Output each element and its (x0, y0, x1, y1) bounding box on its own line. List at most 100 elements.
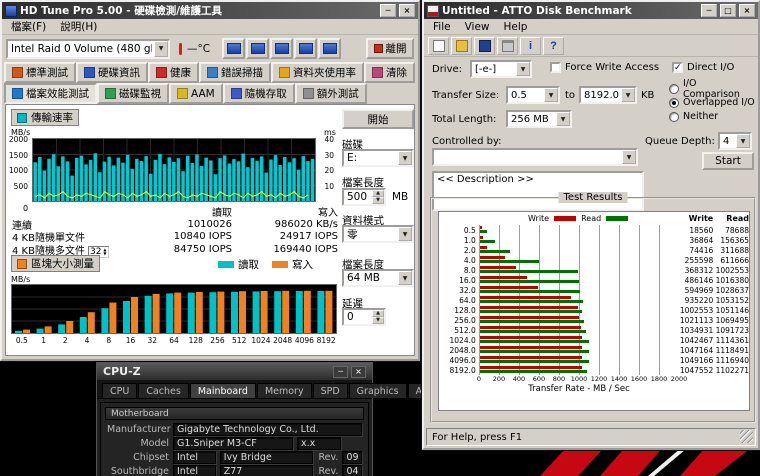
read-value: 1053152 (713, 296, 749, 305)
size-label: 8192.0 (439, 366, 479, 375)
help-button[interactable]: ? (543, 37, 564, 55)
menu-item[interactable]: 檔案(F) (4, 19, 53, 34)
print-screenshot-button[interactable] (270, 38, 293, 59)
close-button[interactable]: × (739, 4, 755, 17)
x-axis-ticks: 0200400600800100012001400160018002000 (439, 375, 749, 384)
minimize-button[interactable]: ─ (333, 366, 348, 378)
read-bar (480, 260, 540, 263)
cpuz-tab-mainboard[interactable]: Mainboard (190, 383, 256, 398)
chevron-down-icon: ▼ (556, 112, 570, 126)
open-button[interactable] (451, 37, 472, 55)
cpuz-field-row: ModelG1.Sniper M3-CFx.x (101, 436, 368, 450)
drive-select[interactable]: [-e-] ▼ (470, 60, 532, 78)
results-legend-row: Write Read Write Read (439, 212, 749, 225)
data-mode-select[interactable]: 零 ▼ (342, 225, 414, 243)
cpuz-tab-memory[interactable]: Memory (257, 383, 312, 398)
cpuz-tab-caches[interactable]: Caches (138, 383, 189, 398)
resize-grip[interactable] (740, 430, 753, 443)
hdtune-tab[interactable]: 磁碟監視 (97, 83, 169, 104)
cpuz-titlebar[interactable]: CPU-Z ─ × (97, 363, 372, 380)
block-file-length-select[interactable]: 64 MB ▼ (342, 269, 414, 287)
transfer-bar (94, 153, 98, 201)
drive-select[interactable]: Intel Raid 0 Volume (480 gB) ▼ (6, 39, 170, 59)
read-value: 84750 IOPS (140, 244, 232, 255)
about-button[interactable]: i (520, 37, 541, 55)
transfer-size-from-select[interactable]: 0.5 ▼ (506, 86, 560, 104)
rev-label: Rev. (319, 466, 339, 476)
queue-depth-select[interactable]: 4 ▼ (718, 132, 752, 150)
menu-item[interactable]: File (426, 21, 458, 33)
total-length-select[interactable]: 256 MB ▼ (506, 110, 572, 128)
radio-option[interactable]: Overlapped I/O (669, 96, 756, 109)
chevron-down-icon: ▼ (622, 150, 636, 164)
menu-item[interactable]: Help (497, 21, 535, 33)
radio-option[interactable]: I/O Comparison (669, 82, 756, 95)
transfer-size-to-select[interactable]: 8192.0 ▼ (579, 86, 637, 104)
transfer-bar (177, 158, 181, 201)
hdtune-tab[interactable]: 標準測試 (4, 62, 76, 83)
menu-item[interactable]: View (458, 21, 497, 33)
tab-label: 健康 (170, 65, 191, 80)
direct-io-checkbox[interactable]: ✓ Direct I/O (672, 62, 734, 73)
hdtune-tab[interactable]: 清除 (364, 62, 415, 83)
minimize-button[interactable]: ─ (380, 4, 396, 17)
controlled-by-select[interactable]: ▼ (432, 148, 638, 166)
print-button[interactable] (497, 37, 518, 55)
close-button[interactable]: × (351, 366, 366, 378)
block-size-toggle[interactable]: 區塊大小測量 (11, 255, 100, 272)
read-bar (480, 240, 495, 243)
read-bar (37, 329, 44, 333)
exit-button[interactable]: 離開 (366, 38, 414, 59)
transfer-bar (158, 154, 162, 201)
latency-spinner[interactable]: 0 ▲▼ (342, 308, 386, 326)
atto-result-row: 4.0255598611666 (439, 255, 749, 265)
chart-legend: Write Read (479, 214, 678, 223)
hdtune-tab[interactable]: AAM (169, 83, 223, 104)
minimize-button[interactable]: ─ (701, 4, 717, 17)
cpuz-tab-graphics[interactable]: Graphics (349, 383, 407, 398)
transfer-rate-toggle[interactable]: 傳輸速率 (11, 109, 79, 126)
maximize-button[interactable]: □ (720, 4, 736, 17)
hdtune-tab[interactable]: 隨機存取 (223, 83, 295, 104)
save-screenshot-button[interactable] (246, 38, 269, 59)
force-write-access-checkbox[interactable]: Force Write Access (550, 62, 659, 73)
plot-cell (479, 345, 678, 355)
hdtune-tab[interactable]: 硬碟資訊 (76, 62, 148, 83)
hdtune-tab[interactable]: 資料夾使用率 (271, 62, 364, 83)
start-button[interactable]: 開始 (342, 109, 414, 129)
close-button[interactable]: × (399, 4, 415, 17)
new-button[interactable] (428, 37, 449, 55)
cpuz-tab-cpu[interactable]: CPU (102, 383, 137, 398)
save-button[interactable] (474, 37, 495, 55)
block-size-tick: 8 (98, 336, 120, 345)
hdtune-titlebar[interactable]: HD Tune Pro 5.00 - 硬碟檢測/維護工具 ─ × (2, 2, 418, 19)
menu-item[interactable]: 說明(H) (53, 19, 104, 34)
save-text-button[interactable] (318, 38, 341, 59)
spinner-arrows-icon[interactable]: ▲▼ (372, 310, 384, 324)
copy-text-button[interactable] (294, 38, 317, 59)
radio-option[interactable]: Neither (669, 110, 756, 123)
block-size-tick: 4096 (294, 336, 316, 345)
result-row: 連續1010026986020 KB/s (12, 217, 338, 230)
plot-cell (479, 335, 678, 345)
cpuz-tab-spd[interactable]: SPD (313, 383, 348, 398)
hdtune-tab[interactable]: 健康 (148, 62, 199, 83)
file-length-value: 500 (347, 191, 367, 203)
atto-titlebar[interactable]: Untitled - ATTO Disk Benchmark ─ □ × (424, 2, 758, 19)
read-value: 1016380 (713, 276, 749, 285)
disk-select[interactable]: E: ▼ (342, 149, 414, 167)
start-button[interactable]: Start (702, 152, 754, 170)
read-bar (274, 291, 281, 333)
transfer-bar (260, 156, 264, 201)
write-value: 169440 IOPS (232, 244, 338, 255)
hdtune-tab[interactable]: 額外測試 (295, 83, 367, 104)
file-length-spinner[interactable]: 500 ▲▼ (342, 188, 386, 206)
atto-result-row: 2048.010471641118491 (439, 345, 749, 355)
hdtune-tab[interactable]: 錯誤掃描 (199, 62, 271, 83)
read-bar (480, 330, 587, 333)
write-bar (480, 276, 528, 279)
hdtune-tab[interactable]: 檔案效能測試 (4, 83, 97, 104)
copy-screenshot-button[interactable] (222, 38, 245, 59)
spinner-arrows-icon[interactable]: ▲▼ (372, 190, 384, 204)
transfer-bar (144, 156, 148, 201)
